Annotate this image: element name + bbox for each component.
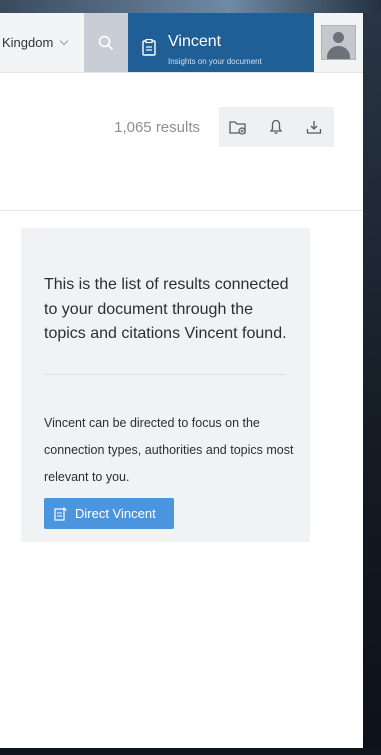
document-icon [142, 39, 156, 56]
monitor-bezel-top [0, 0, 381, 13]
download-icon [306, 120, 322, 134]
download-button[interactable] [295, 107, 333, 147]
search-icon [98, 35, 114, 50]
user-avatar-icon [321, 25, 356, 60]
monitor-bezel-bottom [0, 748, 381, 755]
results-toolbar [219, 107, 334, 147]
vincent-title: Vincent [168, 33, 222, 50]
save-to-folder-button[interactable] [219, 107, 257, 147]
alert-button[interactable] [257, 107, 295, 147]
folder-add-icon [229, 120, 246, 135]
app-screen: Kingdom Vincent Insights on your documen… [0, 13, 363, 748]
search-button[interactable] [84, 13, 128, 72]
section-divider [0, 210, 363, 211]
vincent-panel[interactable]: Vincent Insights on your document [128, 13, 314, 72]
vincent-subtitle: Insights on your document [168, 57, 262, 66]
direct-vincent-label: Direct Vincent [75, 506, 156, 521]
chevron-down-icon [60, 36, 69, 46]
user-menu[interactable] [314, 13, 363, 72]
edit-document-icon [54, 506, 67, 521]
country-label: Kingdom [2, 35, 54, 50]
info-card-separator [44, 374, 286, 375]
country-selector[interactable]: Kingdom [0, 13, 84, 72]
info-card-description: Vincent can be directed to focus on the … [44, 416, 294, 484]
info-card-lead: This is the list of results connected to… [44, 276, 289, 342]
info-card: This is the list of results connected to… [21, 228, 310, 542]
results-count: 1,065 results [114, 119, 200, 136]
bell-icon [269, 119, 283, 134]
top-bar: Kingdom Vincent Insights on your documen… [0, 13, 363, 73]
direct-vincent-button[interactable]: Direct Vincent [44, 498, 174, 529]
